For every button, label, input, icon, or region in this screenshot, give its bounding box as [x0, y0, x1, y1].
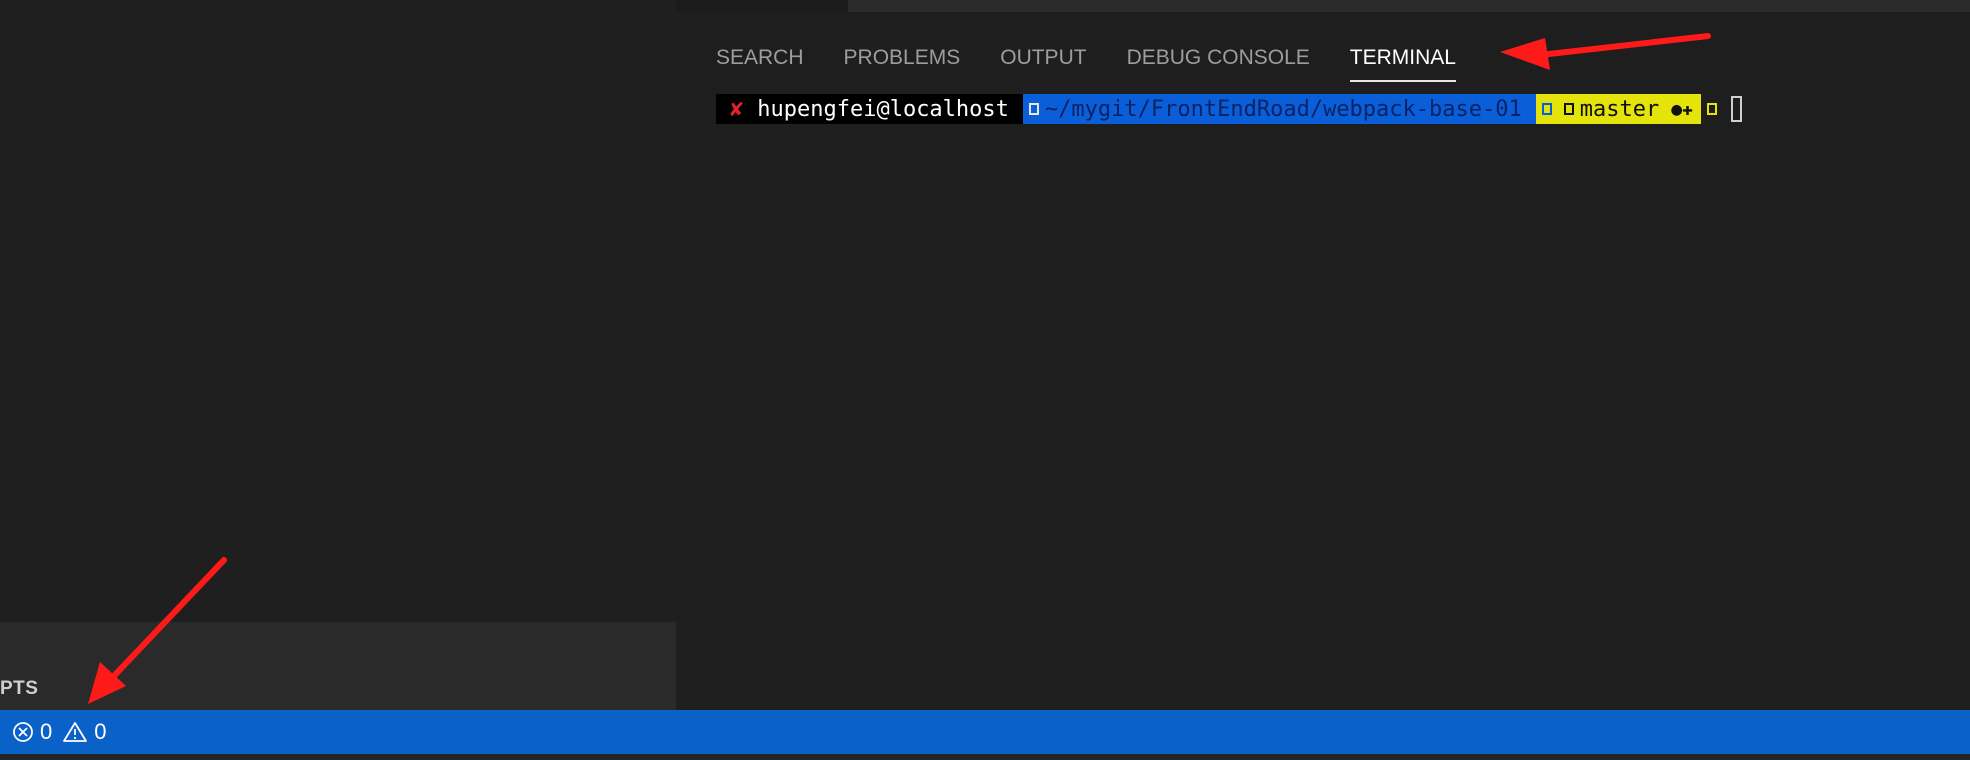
- prompt-status-segment: ✘ hupengfei@localhost: [716, 94, 1023, 124]
- prompt-git-segment: master ●✚: [1535, 94, 1701, 124]
- prompt-path-segment: ~/mygit/FrontEndRoad/webpack-base-01: [1022, 94, 1536, 124]
- circle-x-icon: [13, 722, 33, 742]
- panel-tabs: SEARCH PROBLEMS OUTPUT DEBUG CONSOLE TER…: [716, 32, 1496, 88]
- sidebar-section: [0, 622, 676, 710]
- powerline-separator-icon: [1706, 103, 1717, 115]
- tab-search[interactable]: SEARCH: [716, 32, 804, 80]
- tab-terminal[interactable]: TERMINAL: [1349, 32, 1456, 82]
- prompt-path: ~/mygit/FrontEndRoad/webpack-base-01: [1044, 96, 1522, 122]
- error-status-icon: ✘: [730, 96, 744, 122]
- terminal-cursor: [1730, 96, 1742, 122]
- terminal-prompt[interactable]: ✘ hupengfei@localhost ~/mygit/FrontEndRo…: [716, 89, 1742, 129]
- window-bottom-edge: [0, 754, 1970, 760]
- prompt-branch: master: [1579, 96, 1660, 122]
- branch-icon: [1563, 103, 1574, 115]
- editor-area-edge-dark: [676, 0, 848, 12]
- sidebar: PTS: [0, 0, 676, 710]
- tab-output[interactable]: OUTPUT: [1000, 32, 1086, 80]
- bottom-panel: SEARCH PROBLEMS OUTPUT DEBUG CONSOLE TER…: [676, 12, 1970, 710]
- sidebar-section-title[interactable]: PTS: [0, 678, 38, 700]
- errors-count: 0: [40, 719, 53, 744]
- git-status-indicator: ●✚: [1671, 98, 1693, 120]
- status-bar: 0 0: [0, 710, 1970, 754]
- tab-problems[interactable]: PROBLEMS: [844, 32, 961, 80]
- tab-debug-console[interactable]: DEBUG CONSOLE: [1127, 32, 1310, 80]
- powerline-separator-icon: [1541, 103, 1552, 115]
- warnings-count: 0: [94, 719, 107, 744]
- prompt-user-host: hupengfei@localhost: [757, 96, 1009, 122]
- warning-triangle-icon: [63, 722, 88, 742]
- powerline-separator-icon: [1028, 103, 1039, 115]
- problems-status[interactable]: 0 0: [12, 719, 107, 745]
- vscode-window: PTS SEARCH PROBLEMS OUTPUT DEBUG CONSOLE…: [0, 0, 1970, 760]
- editor-area-edge: [676, 0, 1970, 12]
